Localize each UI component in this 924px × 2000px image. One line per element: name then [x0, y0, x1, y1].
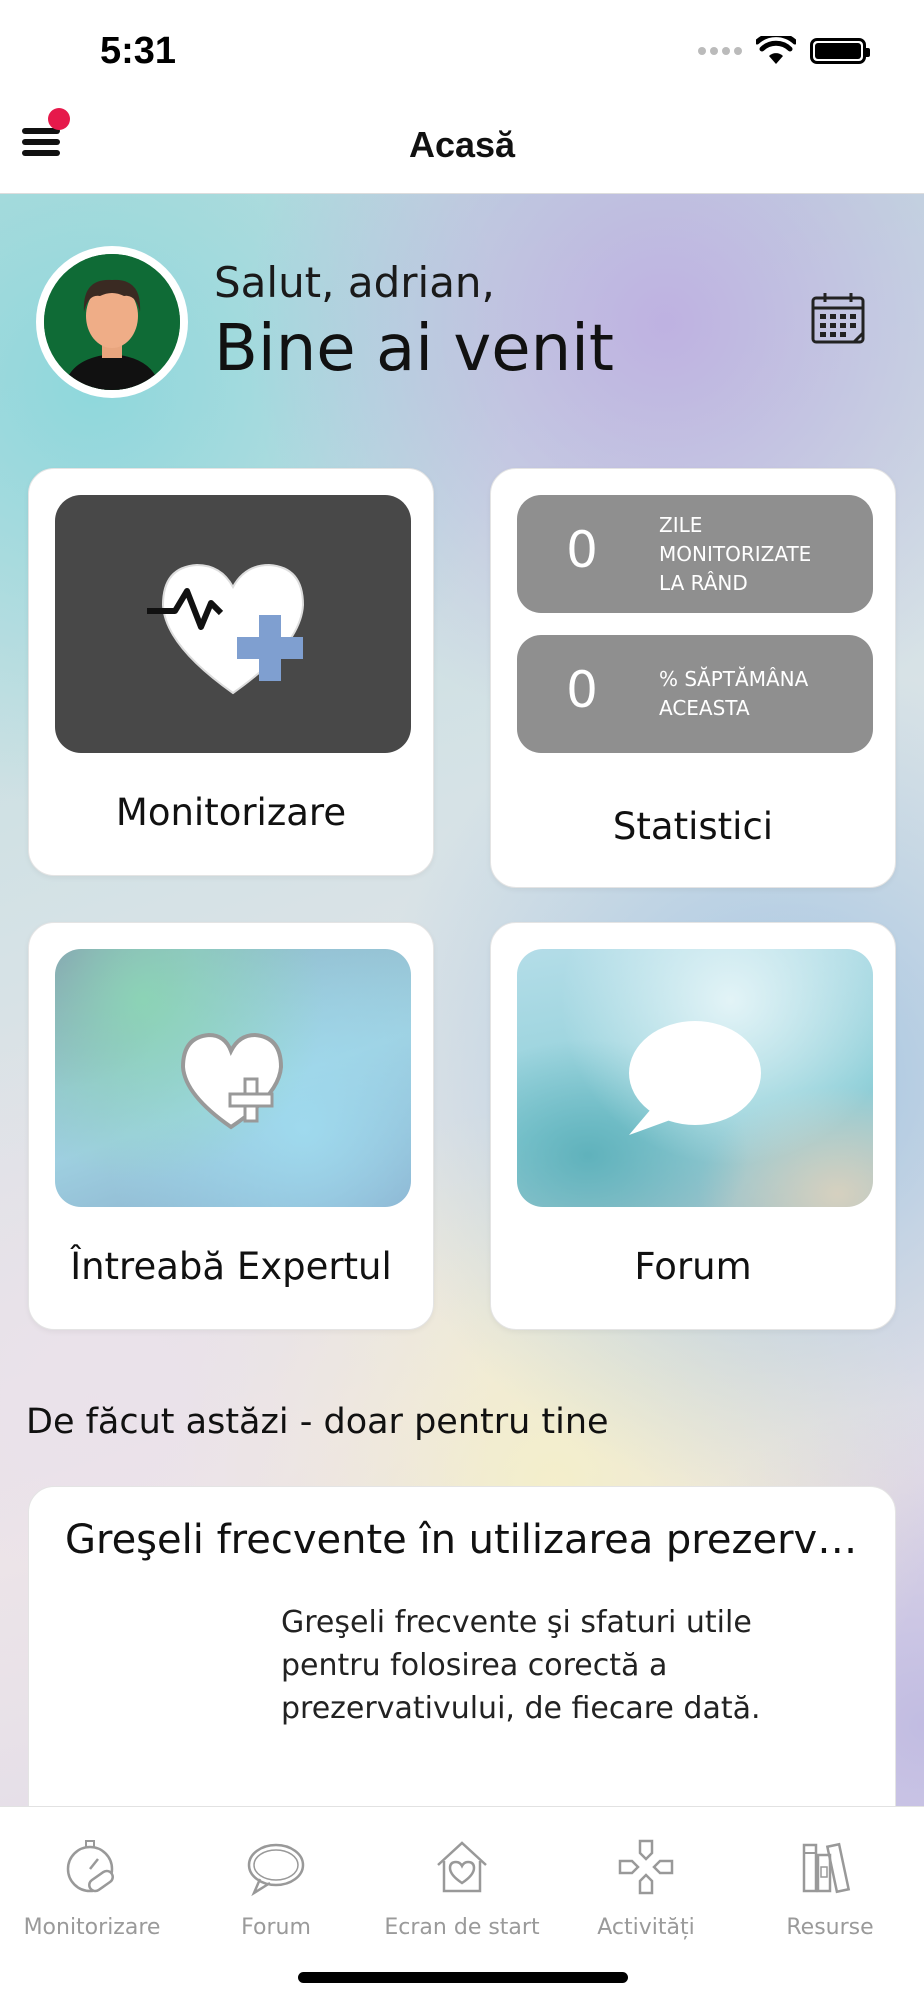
monitor-tile	[55, 495, 411, 753]
cellular-signal-icon	[698, 47, 742, 55]
streak-stat: 0 ZILE MONITORIZATE LA RÂND	[517, 495, 873, 613]
article-description: Greşeli frecvente şi sfaturi utile pentr…	[281, 1605, 761, 1726]
greeting-welcome: Bine ai venit	[214, 312, 614, 386]
tab-bar: Monitorizare Forum Ecran de start Activi…	[0, 1806, 924, 2000]
calendar-icon	[811, 293, 865, 344]
battery-icon	[810, 38, 870, 64]
heart-plus-icon	[180, 1032, 284, 1130]
page-title: Acasă	[408, 124, 516, 165]
forum-card[interactable]: Forum	[490, 922, 896, 1330]
home-indicator[interactable]	[298, 1972, 628, 1983]
tab-label: Activități	[597, 1915, 695, 1940]
gamepad-icon	[618, 1839, 674, 1895]
monitor-card[interactable]: Monitorizare	[28, 468, 434, 876]
home-content[interactable]: Salut, adrian, Bine ai venit Monitorizar…	[0, 194, 924, 1806]
stopwatch-pill-icon	[66, 1840, 114, 1893]
house-heart-icon	[437, 1841, 487, 1893]
tab-label: Ecran de start	[384, 1915, 540, 1940]
stats-card[interactable]: 0 ZILE MONITORIZATE LA RÂND 0 % SĂPTĂMÂN…	[490, 468, 896, 888]
ask-expert-card[interactable]: Întreabă Expertul	[28, 922, 434, 1330]
ask-expert-tile	[55, 949, 411, 1207]
week-value: 0	[566, 661, 598, 719]
status-icons	[698, 36, 870, 66]
tab-activitati[interactable]: Activități	[554, 1807, 738, 1957]
article-title: Greşeli frecvente în utilizarea prezerva…	[65, 1517, 865, 1563]
tab-label: Resurse	[786, 1915, 874, 1940]
nav-bar: Acasă	[0, 96, 924, 194]
streak-value: 0	[566, 521, 598, 579]
forum-tile	[517, 949, 873, 1207]
heart-rate-plus-icon	[147, 563, 305, 695]
calendar-button[interactable]	[810, 290, 868, 348]
stats-label: Statistici	[612, 805, 774, 848]
status-time: 5:31	[100, 30, 177, 72]
user-avatar-icon	[44, 254, 180, 390]
wifi-icon	[756, 36, 796, 64]
todo-section-title: De făcut astăzi - doar pentru tine	[26, 1402, 609, 1442]
todo-article-card[interactable]: Greşeli frecvente în utilizarea prezerva…	[28, 1486, 896, 1806]
tab-resurse[interactable]: Resurse	[738, 1807, 922, 1957]
forum-label: Forum	[634, 1245, 752, 1288]
ask-expert-label: Întreabă Expertul	[70, 1245, 392, 1288]
tab-ecran-de-start[interactable]: Ecran de start	[370, 1807, 554, 1957]
avatar[interactable]	[36, 246, 188, 398]
speech-bubble-icon	[629, 1021, 761, 1135]
status-bar: 5:31	[0, 0, 924, 96]
tab-label: Forum	[241, 1915, 311, 1940]
monitor-label: Monitorizare	[115, 791, 347, 834]
books-icon	[802, 1842, 851, 1894]
speech-bubble-icon	[247, 1843, 305, 1897]
greeting-hello: Salut, adrian,	[214, 258, 495, 307]
week-stat: 0 % SĂPTĂMÂNA ACEASTA	[517, 635, 873, 753]
tab-monitorizare[interactable]: Monitorizare	[0, 1807, 184, 1957]
tab-forum[interactable]: Forum	[184, 1807, 368, 1957]
tab-label: Monitorizare	[23, 1915, 161, 1940]
